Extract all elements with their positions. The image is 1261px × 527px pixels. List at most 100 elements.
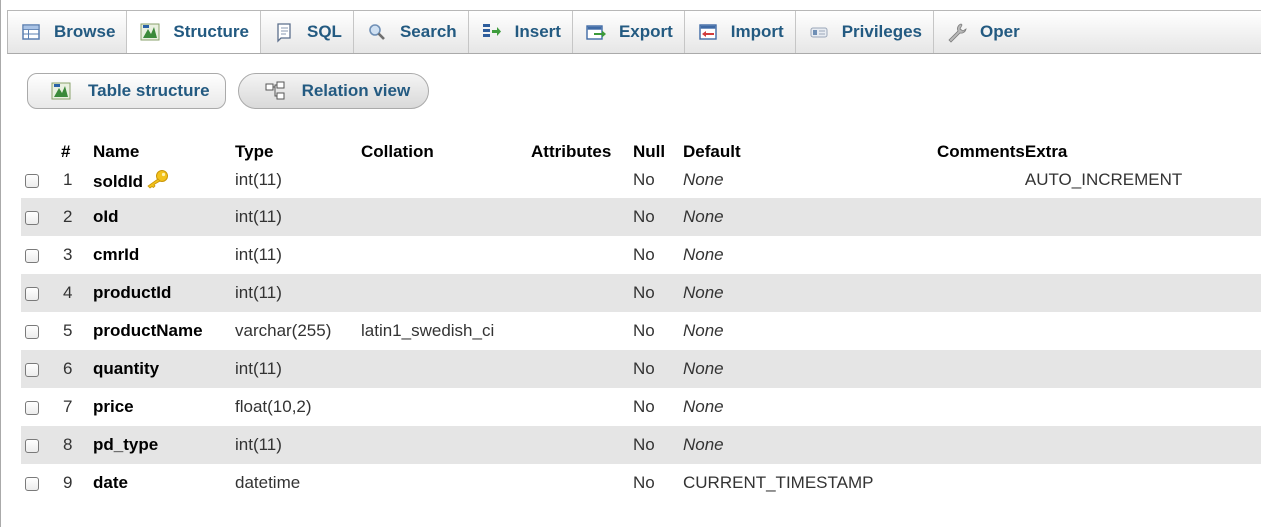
header-name[interactable]: Name xyxy=(93,142,235,162)
row-type: int(11) xyxy=(235,198,361,236)
row-num: 2 xyxy=(61,198,93,236)
tab-import[interactable]: Import xyxy=(685,11,796,53)
row-name[interactable]: oId xyxy=(93,198,235,236)
tab-label: Oper xyxy=(980,22,1020,41)
row-name[interactable]: price xyxy=(93,388,235,426)
row-checkbox[interactable] xyxy=(25,438,39,453)
row-null: No xyxy=(633,198,683,236)
row-type: int(11) xyxy=(235,426,361,464)
tab-label: Privileges xyxy=(841,22,923,41)
table-row[interactable]: 8 pd_type int(11) No None xyxy=(21,426,1261,464)
table-row[interactable]: 1 soldId int(11) No None AUTO_INCREMENT xyxy=(21,162,1261,198)
table-row[interactable]: 4 productId int(11) No None xyxy=(21,274,1261,312)
table-row[interactable]: 6 quantity int(11) No None xyxy=(21,350,1261,388)
row-checkbox[interactable] xyxy=(25,400,39,415)
row-type: datetime xyxy=(235,464,361,502)
table-row[interactable]: 2 oId int(11) No None xyxy=(21,198,1261,236)
row-num: 7 xyxy=(61,388,93,426)
row-default: None xyxy=(683,198,937,236)
row-name[interactable]: soldId xyxy=(93,172,143,191)
wrench-icon xyxy=(946,21,968,43)
header-num[interactable]: # xyxy=(61,142,93,162)
row-name[interactable]: quantity xyxy=(93,350,235,388)
top-menu-tabs: Browse Structure SQL Search Insert Expor… xyxy=(7,10,1261,54)
header-type[interactable]: Type xyxy=(235,142,361,162)
relation-view-button[interactable]: Relation view xyxy=(237,73,430,109)
row-attributes xyxy=(531,312,633,350)
row-num: 6 xyxy=(61,350,93,388)
row-name[interactable]: date xyxy=(93,464,235,502)
row-null: No xyxy=(633,464,683,502)
row-type: float(10,2) xyxy=(235,388,361,426)
table-row[interactable]: 5 productName varchar(255) latin1_swedis… xyxy=(21,312,1261,350)
sql-icon xyxy=(273,21,295,43)
row-checkbox-cell xyxy=(21,198,61,236)
row-comments xyxy=(937,388,1025,426)
row-default: None xyxy=(683,388,937,426)
tab-privileges[interactable]: Privileges xyxy=(796,11,935,53)
row-checkbox-cell xyxy=(21,350,61,388)
row-checkbox[interactable] xyxy=(25,173,39,188)
row-comments xyxy=(937,236,1025,274)
row-extra xyxy=(1024,274,1261,312)
row-default: None xyxy=(683,162,937,198)
tab-search[interactable]: Search xyxy=(354,11,469,53)
tab-structure[interactable]: Structure xyxy=(127,11,261,53)
import-icon xyxy=(697,21,719,43)
row-checkbox[interactable] xyxy=(25,324,39,339)
row-collation xyxy=(361,350,531,388)
browse-icon xyxy=(20,21,42,43)
export-icon xyxy=(585,21,607,43)
row-type: int(11) xyxy=(235,274,361,312)
row-checkbox[interactable] xyxy=(25,210,39,225)
header-null[interactable]: Null xyxy=(633,142,683,162)
row-collation xyxy=(361,198,531,236)
row-extra xyxy=(1024,464,1261,502)
row-null: No xyxy=(633,236,683,274)
header-extra[interactable]: Extra xyxy=(1024,142,1261,162)
table-row[interactable]: 7 price float(10,2) No None xyxy=(21,388,1261,426)
header-comments[interactable]: Comments xyxy=(937,142,1025,162)
row-checkbox-cell xyxy=(21,162,61,198)
table-structure-button[interactable]: Table structure xyxy=(27,73,226,109)
row-extra xyxy=(1024,426,1261,464)
tab-label: Search xyxy=(399,22,457,41)
tab-insert[interactable]: Insert xyxy=(469,11,573,53)
row-comments xyxy=(937,274,1025,312)
row-null: No xyxy=(633,350,683,388)
row-checkbox[interactable] xyxy=(25,362,39,377)
structure-icon xyxy=(50,80,72,102)
row-collation xyxy=(361,388,531,426)
tab-operations[interactable]: Oper xyxy=(934,11,1031,53)
header-attributes[interactable]: Attributes xyxy=(531,142,633,162)
row-collation: latin1_swedish_ci xyxy=(361,312,531,350)
row-name[interactable]: cmrId xyxy=(93,236,235,274)
structure-table: # Name Type Collation Attributes Null De… xyxy=(21,142,1261,502)
tab-sql[interactable]: SQL xyxy=(261,11,354,53)
tab-export[interactable]: Export xyxy=(573,11,685,53)
row-name[interactable]: productName xyxy=(93,312,235,350)
row-name[interactable]: productId xyxy=(93,274,235,312)
table-row[interactable]: 9 date datetime No CURRENT_TIMESTAMP xyxy=(21,464,1261,502)
row-null: No xyxy=(633,162,683,198)
table-row[interactable]: 3 cmrId int(11) No None xyxy=(21,236,1261,274)
row-extra xyxy=(1024,198,1261,236)
row-checkbox-cell xyxy=(21,426,61,464)
header-default[interactable]: Default xyxy=(683,142,937,162)
row-checkbox[interactable] xyxy=(25,248,39,263)
row-name[interactable]: pd_type xyxy=(93,426,235,464)
row-comments xyxy=(937,162,1025,198)
row-checkbox[interactable] xyxy=(25,286,39,301)
row-comments xyxy=(937,426,1025,464)
header-collation[interactable]: Collation xyxy=(361,142,531,162)
row-collation xyxy=(361,274,531,312)
row-checkbox-cell xyxy=(21,464,61,502)
tab-browse[interactable]: Browse xyxy=(8,11,128,53)
insert-icon xyxy=(481,21,503,43)
table-structure-label: Table structure xyxy=(88,81,210,100)
row-default: None xyxy=(683,236,937,274)
row-num: 5 xyxy=(61,312,93,350)
row-checkbox[interactable] xyxy=(25,476,39,491)
row-default: None xyxy=(683,312,937,350)
row-type: int(11) xyxy=(235,350,361,388)
